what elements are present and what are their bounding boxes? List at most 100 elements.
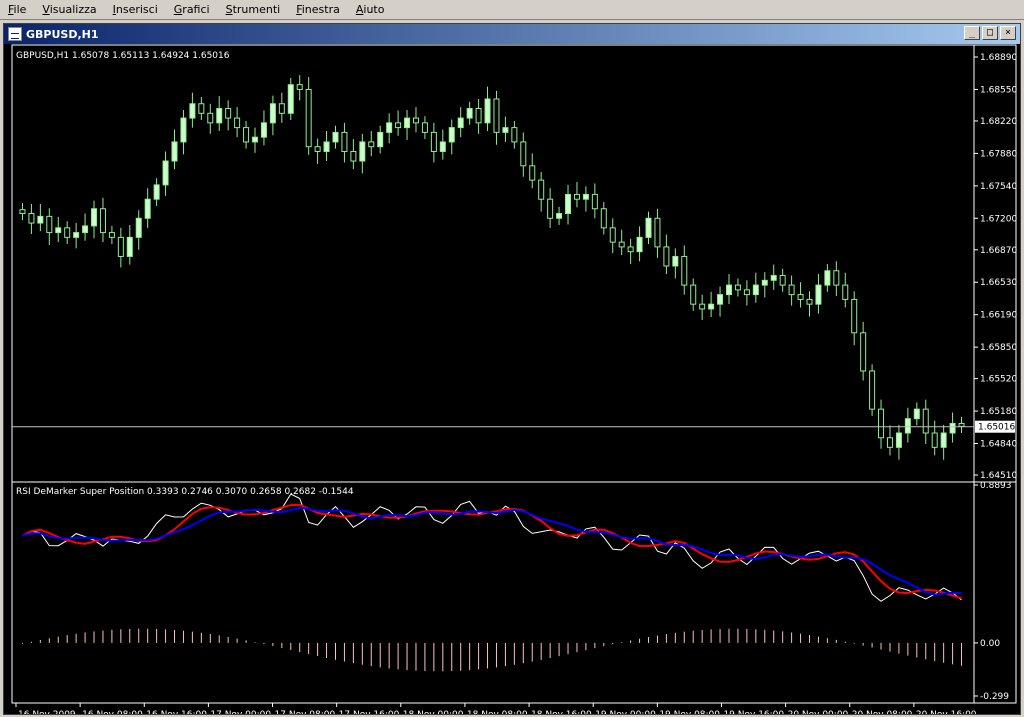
- time-tick-label: 16 Nov 08:00: [82, 710, 143, 714]
- menu-file[interactable]: File: [0, 1, 34, 19]
- candle-body: [359, 141, 366, 162]
- candle-body: [82, 225, 89, 234]
- candle-body: [207, 112, 214, 124]
- time-tick-label: 20 Nov 00:00: [788, 710, 849, 714]
- candle-body: [386, 122, 393, 133]
- chart-window-icon: [8, 27, 22, 41]
- candle-body: [368, 141, 375, 148]
- candle-body: [502, 127, 509, 133]
- candle-body: [243, 127, 250, 143]
- menu-tools[interactable]: Strumenti: [218, 1, 289, 19]
- price-tick-label: 1.67540: [980, 182, 1017, 192]
- candle-body: [520, 141, 527, 167]
- time-tick-label: 18 Nov 00:00: [403, 710, 464, 714]
- candle-body: [162, 160, 169, 186]
- candle-body: [752, 284, 759, 296]
- candle-body: [430, 131, 437, 152]
- candle-body: [565, 193, 572, 215]
- time-tick-label: 18 Nov 08:00: [467, 710, 528, 714]
- candle-body: [734, 284, 741, 291]
- candle-body: [64, 227, 71, 238]
- candle-body: [681, 255, 688, 286]
- candle-body: [797, 294, 804, 300]
- candle-body: [824, 270, 831, 286]
- candle-body: [726, 284, 732, 296]
- indicator-panel-border: [11, 481, 1017, 704]
- candle-body: [833, 270, 840, 286]
- price-tick-label: 1.68890: [980, 53, 1017, 63]
- candle-body: [55, 227, 62, 234]
- candle-body: [126, 236, 133, 257]
- candle-body: [377, 131, 384, 148]
- window-titlebar[interactable]: GBPUSD,H1 _ □ ×: [4, 24, 1020, 44]
- candle-body: [788, 284, 795, 296]
- candle-body: [332, 131, 339, 143]
- time-tick-label: 17 Nov 08:00: [275, 710, 336, 714]
- rsi-blue-line: [22, 506, 962, 596]
- candle-body: [958, 422, 965, 427]
- chart-window: GBPUSD,H1 _ □ × GBPUSD,H1 1.65078 1.6511…: [3, 23, 1021, 715]
- candle-body: [457, 117, 464, 129]
- candle-body: [708, 303, 715, 310]
- candle-body: [466, 108, 473, 119]
- candle-body: [99, 208, 106, 234]
- main-panel-border: [11, 44, 1017, 483]
- candle-body: [761, 279, 768, 286]
- candle-body: [269, 103, 276, 124]
- candle-body: [19, 209, 26, 215]
- minimize-button[interactable]: _: [964, 26, 980, 40]
- price-tick-label: 1.66870: [980, 246, 1017, 256]
- candle-body: [618, 241, 625, 248]
- time-tick-label: 20 Nov 16:00: [916, 710, 977, 714]
- menu-charts[interactable]: Grafici: [166, 1, 218, 19]
- candle-body: [940, 432, 947, 448]
- menu-help[interactable]: Aiuto: [348, 1, 393, 19]
- time-tick-label: 16 Nov 16:00: [146, 710, 207, 714]
- candle-body: [842, 284, 849, 300]
- price-tick-label: 1.66530: [980, 278, 1017, 288]
- maximize-button[interactable]: □: [982, 26, 998, 40]
- candle-body: [135, 217, 142, 238]
- close-button[interactable]: ×: [1000, 26, 1016, 40]
- candle-body: [529, 165, 536, 181]
- candle-body: [806, 298, 813, 305]
- candle-body: [770, 275, 777, 281]
- chart-canvas[interactable]: GBPUSD,H1 1.65078 1.65113 1.64924 1.6501…: [4, 44, 1020, 714]
- time-tick-label: 17 Nov 00:00: [210, 710, 271, 714]
- indicator-label: RSI DeMarker Super Position 0.3393 0.274…: [16, 487, 354, 497]
- candle-body: [180, 117, 187, 143]
- menu-view[interactable]: Visualizza: [34, 1, 104, 19]
- menu-window[interactable]: Finestra: [288, 1, 348, 19]
- price-tick-label: 1.67200: [980, 214, 1017, 224]
- current-price-label: 1.65016: [978, 423, 1015, 433]
- candle-body: [556, 213, 563, 219]
- candle-body: [591, 193, 598, 210]
- candle-body: [404, 117, 411, 129]
- candle-body: [153, 184, 160, 200]
- price-tick-label: 1.64510: [980, 471, 1017, 481]
- time-tick-label: 19 Nov 00:00: [595, 710, 656, 714]
- candle-body: [869, 370, 876, 410]
- indicator-tick-label: 0.00: [980, 639, 1000, 649]
- rsi-white-line: [22, 493, 962, 602]
- indicator-tick-label: 0.8893: [980, 481, 1012, 491]
- candle-body: [73, 232, 80, 238]
- chart-area[interactable]: GBPUSD,H1 1.65078 1.65113 1.64924 1.6501…: [4, 44, 1020, 714]
- candle-body: [547, 198, 554, 219]
- candle-body: [412, 117, 419, 124]
- menu-insert[interactable]: Inserisci: [105, 1, 166, 19]
- candle-body: [171, 141, 178, 162]
- candle-body: [493, 98, 500, 133]
- candle-body: [860, 332, 867, 372]
- candle-body: [538, 179, 545, 200]
- candle-body: [511, 127, 518, 143]
- candle-body: [46, 215, 53, 234]
- indicator-tick-label: -0.299: [980, 692, 1009, 702]
- time-tick-label: 20 Nov 08:00: [852, 710, 913, 714]
- price-tick-label: 1.68220: [980, 117, 1017, 127]
- rsi-red-line: [22, 503, 962, 600]
- candle-body: [878, 408, 885, 439]
- candle-body: [296, 84, 303, 90]
- candle-body: [851, 298, 858, 334]
- candle-body: [350, 150, 357, 162]
